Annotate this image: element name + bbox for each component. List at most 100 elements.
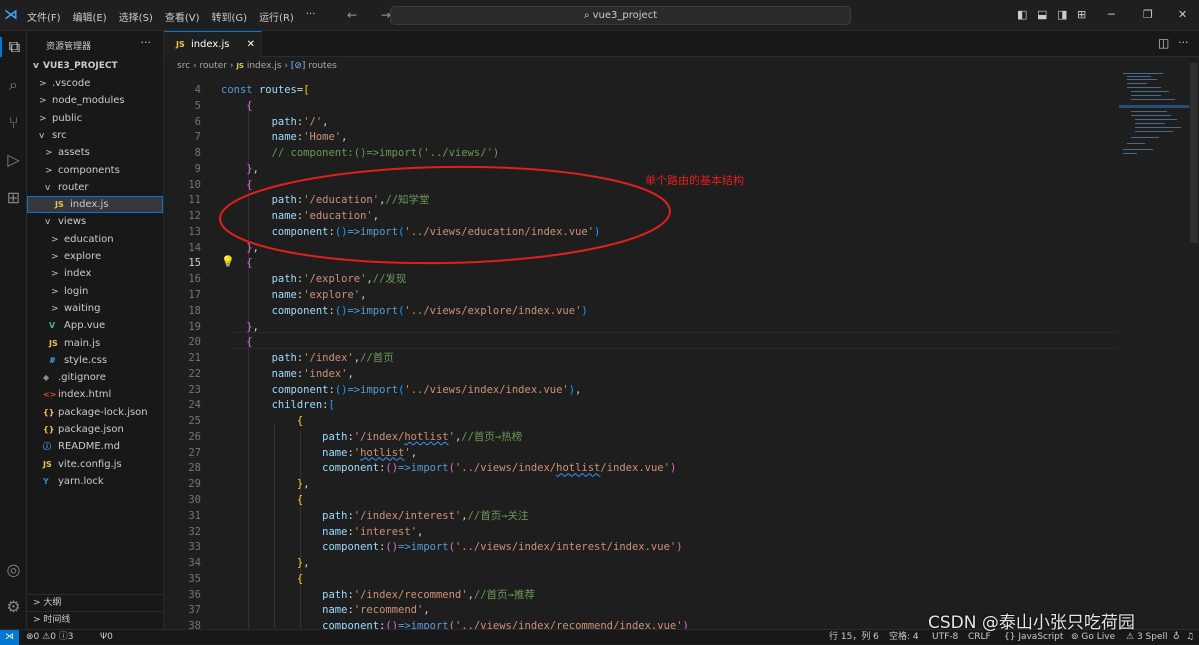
minimap[interactable] [1119,67,1189,177]
menu-item[interactable]: 查看(V) [165,9,200,24]
file-type-icon: {} [43,407,55,417]
tree-folder[interactable]: v router [27,179,163,196]
tree-folder[interactable]: > assets [27,144,163,161]
settings-gear-icon[interactable]: ⚙ [0,597,27,616]
tree-file[interactable]: # style.css [27,352,163,369]
tree-folder[interactable]: > node_modules [27,92,163,109]
tree-folder[interactable]: > explore [27,248,163,265]
tree-file[interactable]: JS index.js [27,196,163,214]
tree-item-label: README.md [58,441,121,453]
minimize-icon[interactable]: ─ [1108,8,1115,21]
tree-item-label: router [58,181,89,193]
menu-item[interactable]: ··· [306,9,316,24]
remote-indicator-icon[interactable]: ⋊ [0,630,19,645]
explorer-icon[interactable]: ⧉ [0,37,27,57]
menu-item[interactable]: 编辑(E) [73,9,107,24]
tree-folder[interactable]: v views [27,213,163,230]
menu-item[interactable]: 选择(S) [119,9,153,24]
project-root[interactable]: v VUE3_PROJECT [27,58,163,75]
file-type-icon: ⓘ [43,442,51,452]
tree-file[interactable]: ◆ .gitignore [27,369,163,386]
breadcrumb-item[interactable]: router [199,61,226,71]
tree-item-label: views [58,216,87,228]
ports-indicator[interactable]: Ψ0 [100,630,113,644]
split-editor-icon[interactable]: ◫ [1158,36,1169,50]
tree-item-label: .gitignore [58,372,106,384]
project-root-label: VUE3_PROJECT [43,61,118,71]
restore-icon[interactable]: ❐ [1143,8,1153,21]
toggle-secondary-sidebar-icon[interactable]: ◨ [1057,8,1067,21]
tree-file[interactable]: {} package.json [27,421,163,438]
tree-file[interactable]: {} package-lock.json [27,404,163,421]
tree-folder[interactable]: > waiting [27,300,163,317]
file-type-icon: JS [49,338,58,348]
tree-folder[interactable]: > login [27,283,163,300]
customize-layout-icon[interactable]: ⊞ [1077,8,1086,21]
tree-file[interactable]: JS vite.config.js [27,456,163,473]
cursor-position[interactable]: 行 15，列 6 [829,630,879,644]
close-tab-icon[interactable]: ✕ [247,39,255,50]
outline-section[interactable]: > 大纲 [27,594,163,612]
tree-item-label: main.js [64,337,101,349]
tree-folder[interactable]: > components [27,162,163,179]
tree-file[interactable]: ⓘ README.md [27,438,163,455]
source-control-icon[interactable]: ⑂ [0,113,27,132]
more-actions-button[interactable]: ··· [141,36,152,49]
tree-item-label: node_modules [52,95,125,107]
extensions-icon[interactable]: ⊞ [0,188,27,207]
editor-more-icon[interactable]: ··· [1178,36,1189,49]
js-file-icon: JS [236,62,244,70]
tree-file[interactable]: V App.vue [27,317,163,334]
tree-folder[interactable]: > education [27,231,163,248]
tree-item-label: public [52,112,83,124]
chevron-right-icon: > [51,286,59,297]
vertical-scrollbar[interactable] [1190,63,1198,243]
toggle-sidebar-icon[interactable]: ◧ [1017,8,1027,21]
go-live-label: Go Live [1081,632,1116,642]
tree-folder[interactable]: > .vscode [27,75,163,92]
timeline-section[interactable]: > 时间线 [27,611,163,629]
code-editor[interactable]: 4 const routes=[5 {6 path:'/', 7 name:'Hom… [164,77,1119,629]
search-activity-icon[interactable]: ⌕ [0,75,27,95]
chevron-right-icon: > [51,234,59,245]
breadcrumb-item[interactable]: routes [308,61,336,71]
breadcrumb-item[interactable]: src [177,61,190,71]
chevron-down-icon: v [33,61,39,71]
menu-item[interactable]: 文件(F) [27,9,61,24]
tree-file[interactable]: JS main.js [27,335,163,352]
spell-label: 3 Spell [1136,632,1168,642]
breadcrumb-item[interactable]: index.js [247,61,282,71]
run-debug-icon[interactable]: ▷ [0,150,27,169]
tree-item-label: assets [58,147,90,159]
tree-folder[interactable]: > public [27,110,163,127]
explorer-sidebar: 资源管理器 ··· v VUE3_PROJECT > .vscode > node_mo… [27,31,164,629]
accounts-status-icon[interactable]: ♁ [1173,630,1180,644]
menu-item[interactable]: 转到(G) [212,9,248,24]
indentation[interactable]: 空格: 4 [889,630,919,644]
tree-item-label: vite.config.js [58,458,122,470]
toggle-panel-icon[interactable]: ⬓ [1037,8,1047,21]
tree-folder[interactable]: > index [27,265,163,282]
chevron-right-icon: > [33,615,44,625]
breadcrumb: src › router › JS index.js › [⊘] routes [164,58,337,75]
file-type-icon: # [49,355,56,365]
file-type-icon: ◆ [43,373,50,383]
menu-item[interactable]: 运行(R) [259,9,294,24]
tree-item-label: index.js [70,199,109,211]
account-icon[interactable]: ◎ [0,560,27,579]
command-center-search[interactable]: ⌕ vue3_project [390,6,851,25]
tab-index-js[interactable]: JS index.js ✕ [164,31,262,57]
notifications-bell-icon[interactable]: ♫ [1186,630,1194,644]
problems-indicator[interactable]: ⊗0 ⚠0 ⓘ3 [26,630,74,644]
tree-file[interactable]: <> index.html [27,386,163,403]
tree-folder[interactable]: v src [27,127,163,144]
tree-file[interactable]: Yyarn.lock [27,473,163,490]
annotation-ellipse [219,165,671,265]
close-window-icon[interactable]: ✕ [1178,8,1187,21]
csdn-watermark: CSDN @泰山小张只吃荷园 [928,613,1135,633]
vscode-logo-icon: ⋊ [4,7,18,23]
editor-tab-bar: JS index.js ✕ ◫ ··· [164,31,1199,57]
chevron-right-icon: > [51,303,59,314]
annotation-layer [219,165,671,265]
tree-item-label: yarn.lock [58,475,104,487]
